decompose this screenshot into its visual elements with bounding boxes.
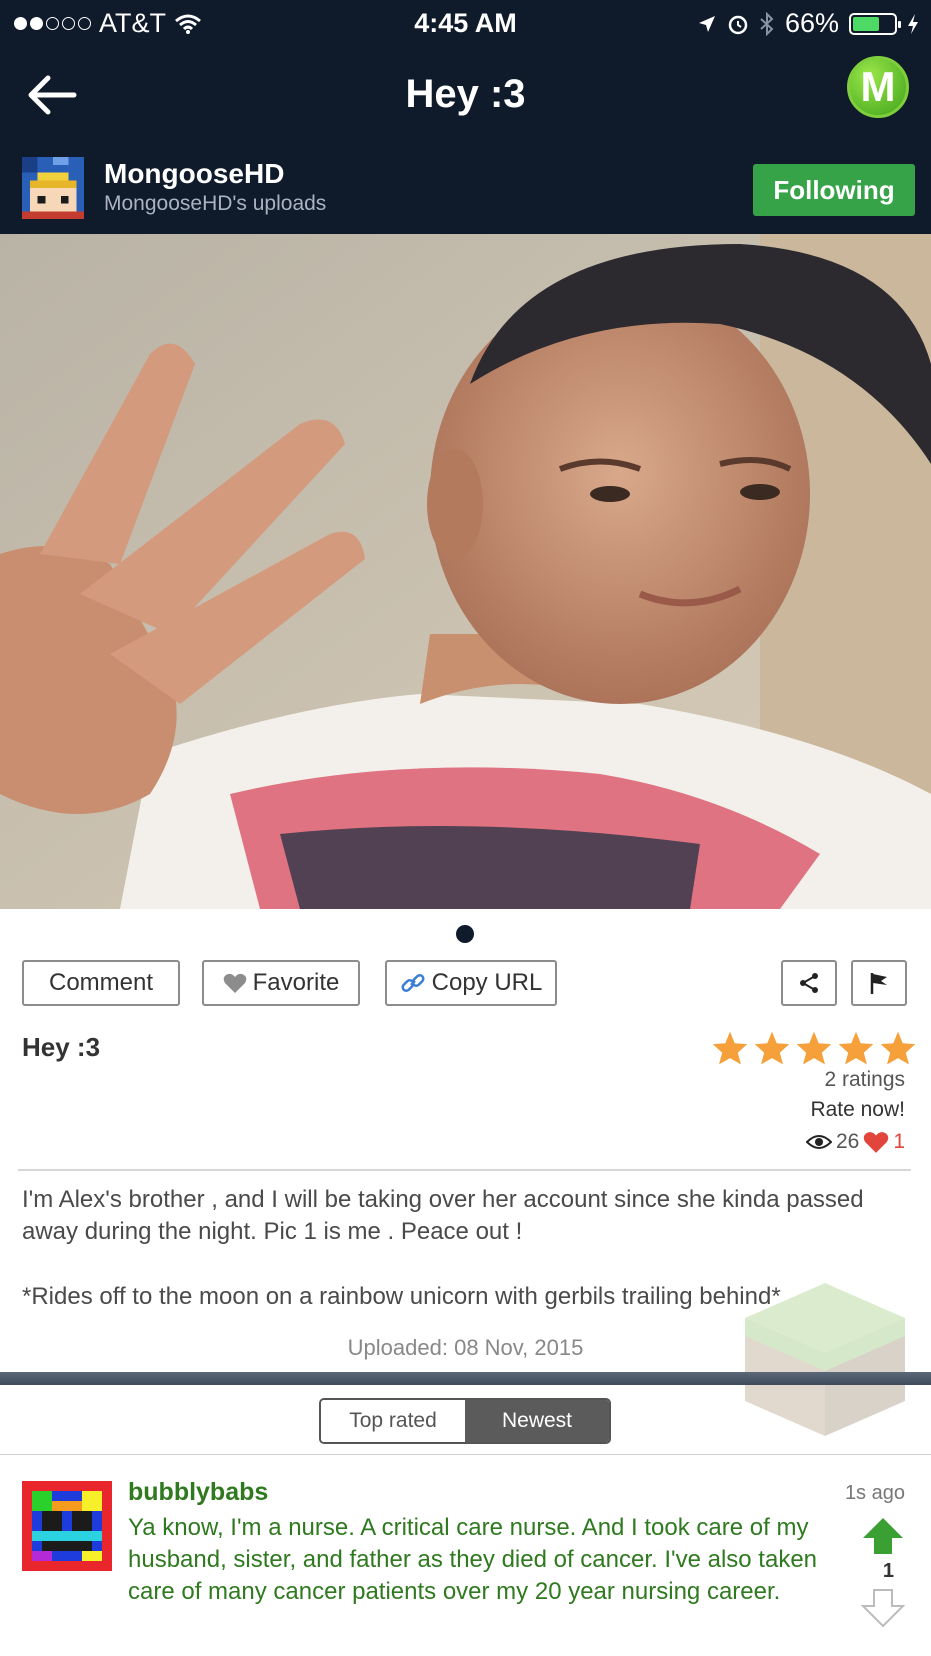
app-logo-button[interactable]: M — [847, 56, 909, 118]
flag-button[interactable] — [851, 960, 907, 1006]
charging-icon — [908, 13, 918, 34]
comment-button[interactable]: Comment — [22, 960, 180, 1006]
eye-icon — [805, 1135, 832, 1149]
downvote-arrow-icon[interactable] — [861, 1588, 905, 1628]
post-description: I'm Alex's brother , and I will be takin… — [22, 1186, 864, 1245]
post-title: Hey :3 — [22, 1032, 101, 1062]
following-button[interactable]: Following — [753, 164, 915, 216]
top-bar: AT&T 4:45 AM 66% Hey:3 M MongooseHD Mon… — [0, 0, 931, 234]
star-icon[interactable] — [837, 1030, 875, 1066]
share-icon — [800, 973, 818, 993]
tab-newest[interactable]: Newest — [465, 1400, 609, 1442]
star-icon[interactable] — [879, 1030, 917, 1066]
favorite-label: Favorite — [252, 969, 340, 996]
page-title: Hey :3 — [405, 72, 526, 116]
post-stats: 26 1 — [805, 1130, 905, 1154]
star-icon[interactable] — [753, 1030, 791, 1066]
heart-icon — [864, 1132, 889, 1153]
post-photo[interactable] — [0, 234, 931, 909]
heart-icon — [223, 973, 246, 993]
divider — [0, 1454, 931, 1455]
commenter-avatar[interactable] — [22, 1481, 112, 1571]
favorite-button[interactable]: Favorite — [202, 960, 360, 1006]
tab-top-rated[interactable]: Top rated — [321, 1400, 465, 1442]
nav-bar: Hey :3 M — [0, 50, 931, 140]
view-count: 26 — [835, 1130, 860, 1153]
upload-date: Uploaded: 08 Nov, 2015 — [347, 1335, 584, 1360]
flag-icon — [870, 973, 887, 994]
star-icon[interactable] — [795, 1030, 833, 1066]
upvote-arrow-icon[interactable] — [861, 1516, 905, 1556]
link-icon — [401, 973, 425, 993]
ratings-count: 2 ratings — [824, 1068, 905, 1091]
status-right: 66% — [697, 8, 919, 39]
comment-sort-tabs: Top rated Newest — [319, 1398, 611, 1444]
page-indicator-dot[interactable] — [456, 925, 474, 943]
uploader-name[interactable]: MongooseHD — [104, 158, 284, 190]
uploader-avatar[interactable] — [22, 156, 84, 220]
status-bar: AT&T 4:45 AM 66% — [0, 0, 931, 46]
divider — [18, 1169, 911, 1171]
location-icon — [698, 15, 715, 32]
battery-icon — [849, 12, 901, 35]
section-separator — [0, 1372, 931, 1385]
share-button[interactable] — [781, 960, 837, 1006]
copy-url-button[interactable]: Copy URL — [385, 960, 557, 1006]
star-rating[interactable] — [711, 1030, 917, 1066]
battery-percent: 66% — [784, 8, 839, 38]
like-count: 1 — [893, 1130, 905, 1153]
copy-url-label: Copy URL — [431, 969, 543, 996]
comment-time: 1s ago — [844, 1482, 905, 1504]
battery-level — [853, 16, 880, 31]
uploader-uploads-link[interactable]: MongooseHD's uploads — [104, 192, 326, 216]
rate-now-link[interactable]: Rate now! — [810, 1098, 905, 1122]
commenter-name[interactable]: bubblybabs — [128, 1478, 268, 1507]
star-icon[interactable] — [711, 1030, 749, 1066]
uploader-bar: MongooseHD MongooseHD's uploads Followin… — [0, 156, 931, 234]
comment-text: Ya know, I'm a nurse. A critical care nu… — [128, 1514, 818, 1605]
alarm-icon — [728, 15, 748, 34]
bluetooth-icon — [760, 11, 774, 36]
comment-label: Comment — [48, 969, 154, 996]
vote-count: 1 — [882, 1560, 894, 1582]
